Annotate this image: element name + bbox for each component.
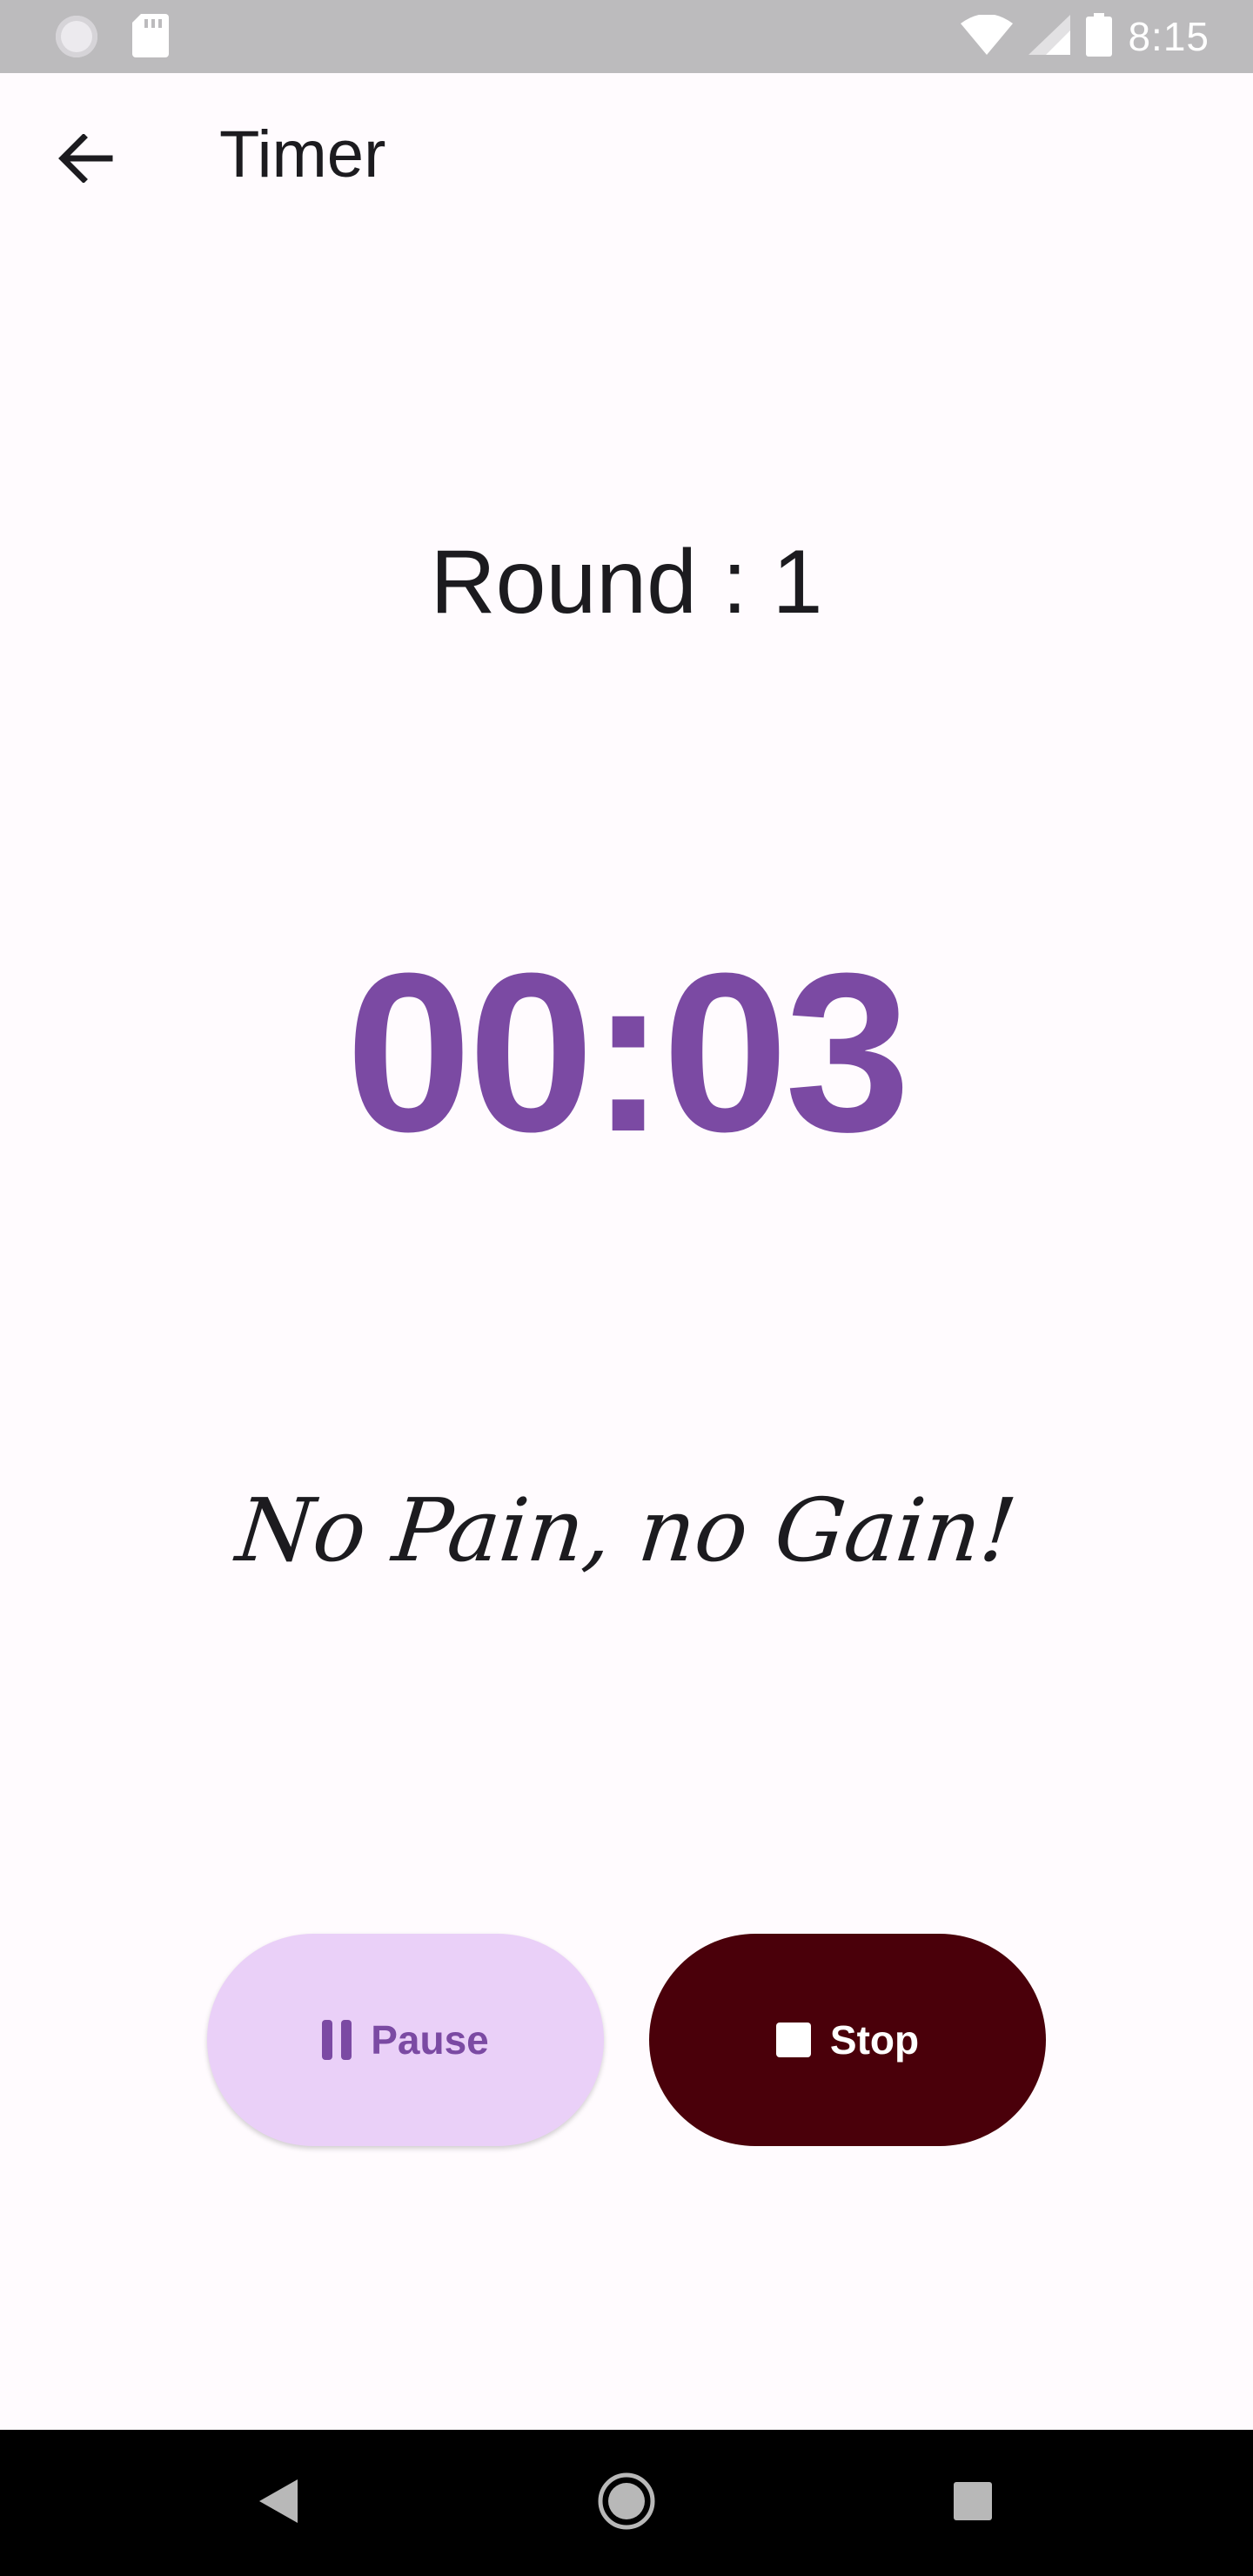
arrow-left-icon xyxy=(57,132,113,187)
app-bar: Timer xyxy=(0,73,1253,238)
back-triangle-icon xyxy=(259,2479,298,2527)
motivational-quote: No Pain, no Gain! xyxy=(231,1479,1022,1581)
stop-icon xyxy=(775,2023,811,2057)
recents-square-icon xyxy=(954,2481,992,2525)
page-title: Timer xyxy=(219,117,386,191)
nav-home-button[interactable] xyxy=(592,2468,661,2538)
status-right-group: 8:15 xyxy=(961,0,1209,73)
stop-button[interactable]: Stop xyxy=(649,1934,1046,2146)
round-label: Round : 1 xyxy=(430,532,823,633)
status-time: 8:15 xyxy=(1128,14,1209,59)
sd-card-icon xyxy=(132,14,169,57)
timer-screen: 8:15 Timer Round : 1 00:03 No Pain, no G… xyxy=(0,0,1253,2576)
home-circle-icon xyxy=(597,2472,656,2535)
system-nav-bar xyxy=(0,2430,1253,2576)
status-bar: 8:15 xyxy=(0,0,1253,73)
pause-icon xyxy=(322,2020,352,2060)
nav-back-button[interactable] xyxy=(244,2468,313,2538)
sync-icon xyxy=(56,16,97,57)
cell-signal-icon xyxy=(1029,14,1071,59)
timer-display: 00:03 xyxy=(345,927,911,1179)
battery-icon xyxy=(1086,12,1113,61)
back-button[interactable] xyxy=(44,118,127,202)
nav-recents-button[interactable] xyxy=(938,2468,1008,2538)
wifi-icon xyxy=(961,13,1014,59)
stop-button-label: Stop xyxy=(829,2017,920,2063)
pause-button[interactable]: Pause xyxy=(207,1934,604,2146)
pause-button-label: Pause xyxy=(371,2017,489,2063)
